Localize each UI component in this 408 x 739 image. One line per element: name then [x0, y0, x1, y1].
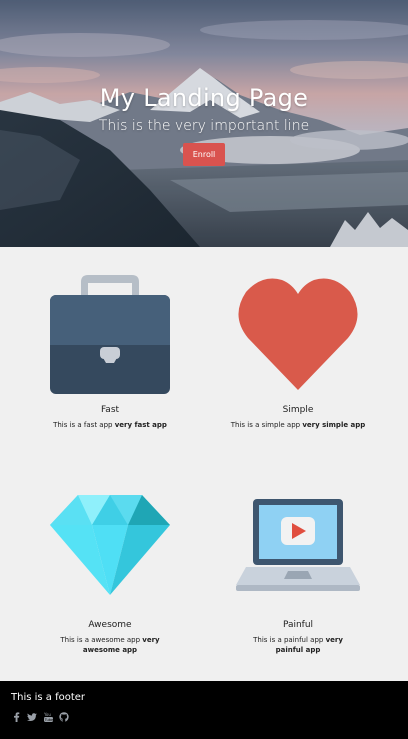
feature-title: Awesome — [88, 620, 132, 630]
svg-text:You: You — [44, 712, 51, 717]
feature-card-awesome: Awesome This is a awesome app very aweso… — [8, 493, 212, 655]
hero-subtitle: This is the very important line — [98, 118, 310, 134]
feature-description: This is a awesome app very awesome app — [60, 636, 160, 654]
briefcase-icon — [50, 275, 170, 394]
feature-description: This is a painful app very painful app — [253, 636, 343, 654]
hero-section: My Landing Page This is the very importa… — [0, 0, 408, 247]
laptop-play-icon — [236, 499, 360, 591]
feature-title: Simple — [282, 405, 314, 415]
features-section: Fast This is a fast app very fast app Si… — [0, 247, 408, 681]
facebook-icon[interactable] — [11, 712, 21, 722]
hero-content: My Landing Page This is the very importa… — [0, 83, 408, 166]
social-links: You Tube — [11, 712, 69, 722]
footer: This is a footer You Tube — [0, 681, 408, 739]
youtube-icon[interactable]: You Tube — [43, 712, 53, 722]
feature-card-simple: Simple This is a simple app very simple … — [196, 272, 400, 430]
feature-card-fast: Fast This is a fast app very fast app — [8, 272, 212, 430]
twitter-icon[interactable] — [27, 712, 37, 722]
enroll-button[interactable]: Enroll — [183, 143, 225, 166]
feature-card-painful: Painful This is a painful app very painf… — [196, 497, 400, 655]
diamond-icon — [50, 495, 170, 595]
heart-icon — [238, 278, 358, 390]
feature-description: This is a fast app very fast app — [53, 421, 167, 429]
feature-description: This is a simple app very simple app — [230, 421, 366, 429]
feature-title: Fast — [100, 405, 120, 415]
page-title: My Landing Page — [99, 84, 309, 112]
github-icon[interactable] — [59, 712, 69, 722]
footer-text: This is a footer — [11, 692, 86, 703]
svg-text:Tube: Tube — [44, 718, 53, 722]
feature-title: Painful — [282, 620, 314, 630]
